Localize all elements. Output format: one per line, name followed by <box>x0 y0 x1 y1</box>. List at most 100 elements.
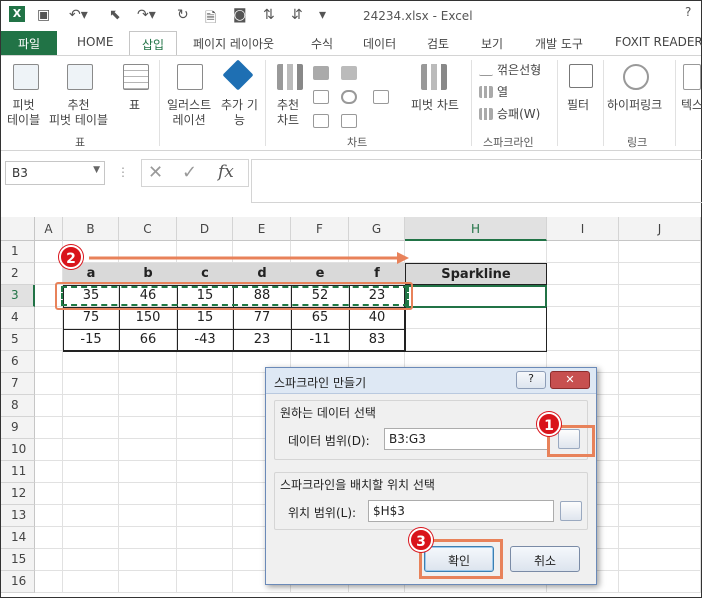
grid-row-line <box>35 592 701 593</box>
cancel-button[interactable]: 취소 <box>510 546 580 572</box>
insert-function-icon[interactable]: fx <box>218 162 234 182</box>
combo-chart-icon[interactable] <box>341 114 357 128</box>
customize-qat-icon[interactable]: ▾ <box>319 7 326 23</box>
row-header-11[interactable]: 11 <box>1 461 35 483</box>
row-header-10[interactable]: 10 <box>1 439 35 461</box>
tab-formulas[interactable]: 수식 <box>311 35 333 52</box>
row-header-5[interactable]: 5 <box>1 329 35 351</box>
column-header-i[interactable]: I <box>547 217 619 241</box>
table-button[interactable]: 표 <box>129 98 140 113</box>
tab-developer[interactable]: 개발 도구 <box>535 35 583 52</box>
filter-button[interactable]: 필터 <box>567 98 589 113</box>
sort-desc-icon[interactable]: ⇵ <box>291 7 303 23</box>
save-icon[interactable]: ▣ <box>37 7 50 23</box>
dialog-help-button[interactable]: ? <box>516 371 546 389</box>
undo-icon[interactable]: ↶▾ <box>69 7 88 23</box>
data-cell[interactable]: 40 <box>349 307 405 329</box>
cancel-icon[interactable]: ✕ <box>148 162 163 183</box>
check-icon[interactable]: ✓ <box>182 162 197 183</box>
tab-view[interactable]: 보기 <box>481 35 503 52</box>
tab-home[interactable]: HOME <box>77 35 113 49</box>
row-header-15[interactable]: 15 <box>1 549 35 571</box>
row-header-3[interactable]: 3 <box>1 285 35 307</box>
recommended-charts-button[interactable]: 추천 차트 <box>277 98 299 128</box>
select-all-corner[interactable] <box>1 217 35 241</box>
scatter-chart-icon[interactable] <box>313 114 329 128</box>
camera-icon[interactable]: ◙ <box>233 7 247 23</box>
map-chart-icon[interactable] <box>373 90 389 104</box>
row-header-13[interactable]: 13 <box>1 505 35 527</box>
location-picker-button[interactable] <box>560 501 582 521</box>
data-cell[interactable]: 23 <box>233 329 291 351</box>
help-icon[interactable]: ? <box>685 5 691 19</box>
location-input[interactable]: $H$3 <box>368 500 554 522</box>
data-range-input[interactable]: B3:G3 <box>384 428 550 450</box>
row-header-12[interactable]: 12 <box>1 483 35 505</box>
chevron-down-icon[interactable]: ▼ <box>93 165 100 175</box>
data-cell[interactable]: 75 <box>63 307 119 329</box>
group-separator <box>675 60 676 146</box>
group-separator <box>159 60 160 146</box>
column-header-f[interactable]: F <box>291 217 349 241</box>
sparkline-winloss-button[interactable]: 승패(W) <box>497 107 540 122</box>
row-header-8[interactable]: 8 <box>1 395 35 417</box>
tab-file[interactable]: 파일 <box>1 31 57 55</box>
hierarchy-chart-icon[interactable] <box>341 66 357 80</box>
tab-data[interactable]: 데이터 <box>363 35 396 52</box>
data-cell[interactable]: 77 <box>233 307 291 329</box>
text-button[interactable]: 텍스 <box>681 98 702 113</box>
active-cell-h3[interactable] <box>405 285 547 308</box>
column-header-c[interactable]: C <box>119 217 177 241</box>
tab-insert[interactable]: 삽입 <box>129 31 177 56</box>
filter-icon <box>569 64 593 88</box>
cursor-icon[interactable]: ⬉ <box>109 7 121 23</box>
sort-icon[interactable]: ⇅ <box>263 7 275 23</box>
row-header-2[interactable]: 2 <box>1 263 35 285</box>
data-cell[interactable]: 83 <box>349 329 405 351</box>
name-box[interactable]: B3 ▼ <box>5 161 105 185</box>
row-header-4[interactable]: 4 <box>1 307 35 329</box>
data-cell[interactable]: 65 <box>291 307 349 329</box>
refresh-icon[interactable]: ↻ <box>177 7 189 23</box>
row-header-7[interactable]: 7 <box>1 373 35 395</box>
pie-chart-icon[interactable] <box>341 90 357 104</box>
row-header-16[interactable]: 16 <box>1 571 35 593</box>
sparkline-line-button[interactable]: 꺾은선형 <box>497 63 541 78</box>
row-header-14[interactable]: 14 <box>1 527 35 549</box>
dialog-close-button[interactable]: ✕ <box>550 371 590 389</box>
column-header-j[interactable]: J <box>619 217 701 241</box>
tab-foxit[interactable]: FOXIT READER P <box>615 35 702 49</box>
column-header-a[interactable]: A <box>35 217 63 241</box>
formula-bar: B3 ▼ ⋮ ✕ ✓ fx <box>1 151 702 207</box>
column-header-g[interactable]: G <box>349 217 405 241</box>
tab-review[interactable]: 검토 <box>427 35 449 52</box>
recommended-pivot-button[interactable]: 추천 피벗 테이블 <box>49 98 108 128</box>
column-header-h[interactable]: H <box>405 217 547 241</box>
column-chart-icon[interactable] <box>313 66 329 80</box>
column-header-b[interactable]: B <box>63 217 119 241</box>
data-cell[interactable]: 15 <box>177 307 233 329</box>
data-cell[interactable]: -43 <box>177 329 233 351</box>
sparkline-column-button[interactable]: 열 <box>497 85 508 100</box>
data-cell[interactable]: -15 <box>63 329 119 351</box>
data-cell[interactable]: 66 <box>119 329 177 351</box>
column-header-e[interactable]: E <box>233 217 291 241</box>
addins-button[interactable]: 추가 기 능 <box>221 98 258 128</box>
data-cell[interactable]: 150 <box>119 307 177 329</box>
illustrations-button[interactable]: 일러스트 레이션 <box>167 98 211 128</box>
pivot-chart-button[interactable]: 피벗 차트 <box>411 98 459 113</box>
hyperlink-button[interactable]: 하이퍼링크 <box>607 98 662 113</box>
row-header-1[interactable]: 1 <box>1 241 35 263</box>
row-header-9[interactable]: 9 <box>1 417 35 439</box>
sparkline-header-cell[interactable]: Sparkline <box>405 263 547 285</box>
redo-icon[interactable]: ↷▾ <box>137 7 156 23</box>
pivot-table-button[interactable]: 피벗 테이블 <box>7 98 40 128</box>
line-chart-icon[interactable] <box>313 90 329 104</box>
callout-badge-3: 3 <box>409 528 433 552</box>
tab-page-layout[interactable]: 페이지 레이아웃 <box>193 35 274 52</box>
data-cell[interactable]: -11 <box>291 329 349 351</box>
row-header-6[interactable]: 6 <box>1 351 35 373</box>
print-preview-icon[interactable]: 🗎 <box>205 7 216 31</box>
column-header-d[interactable]: D <box>177 217 233 241</box>
formula-input[interactable] <box>251 159 702 203</box>
